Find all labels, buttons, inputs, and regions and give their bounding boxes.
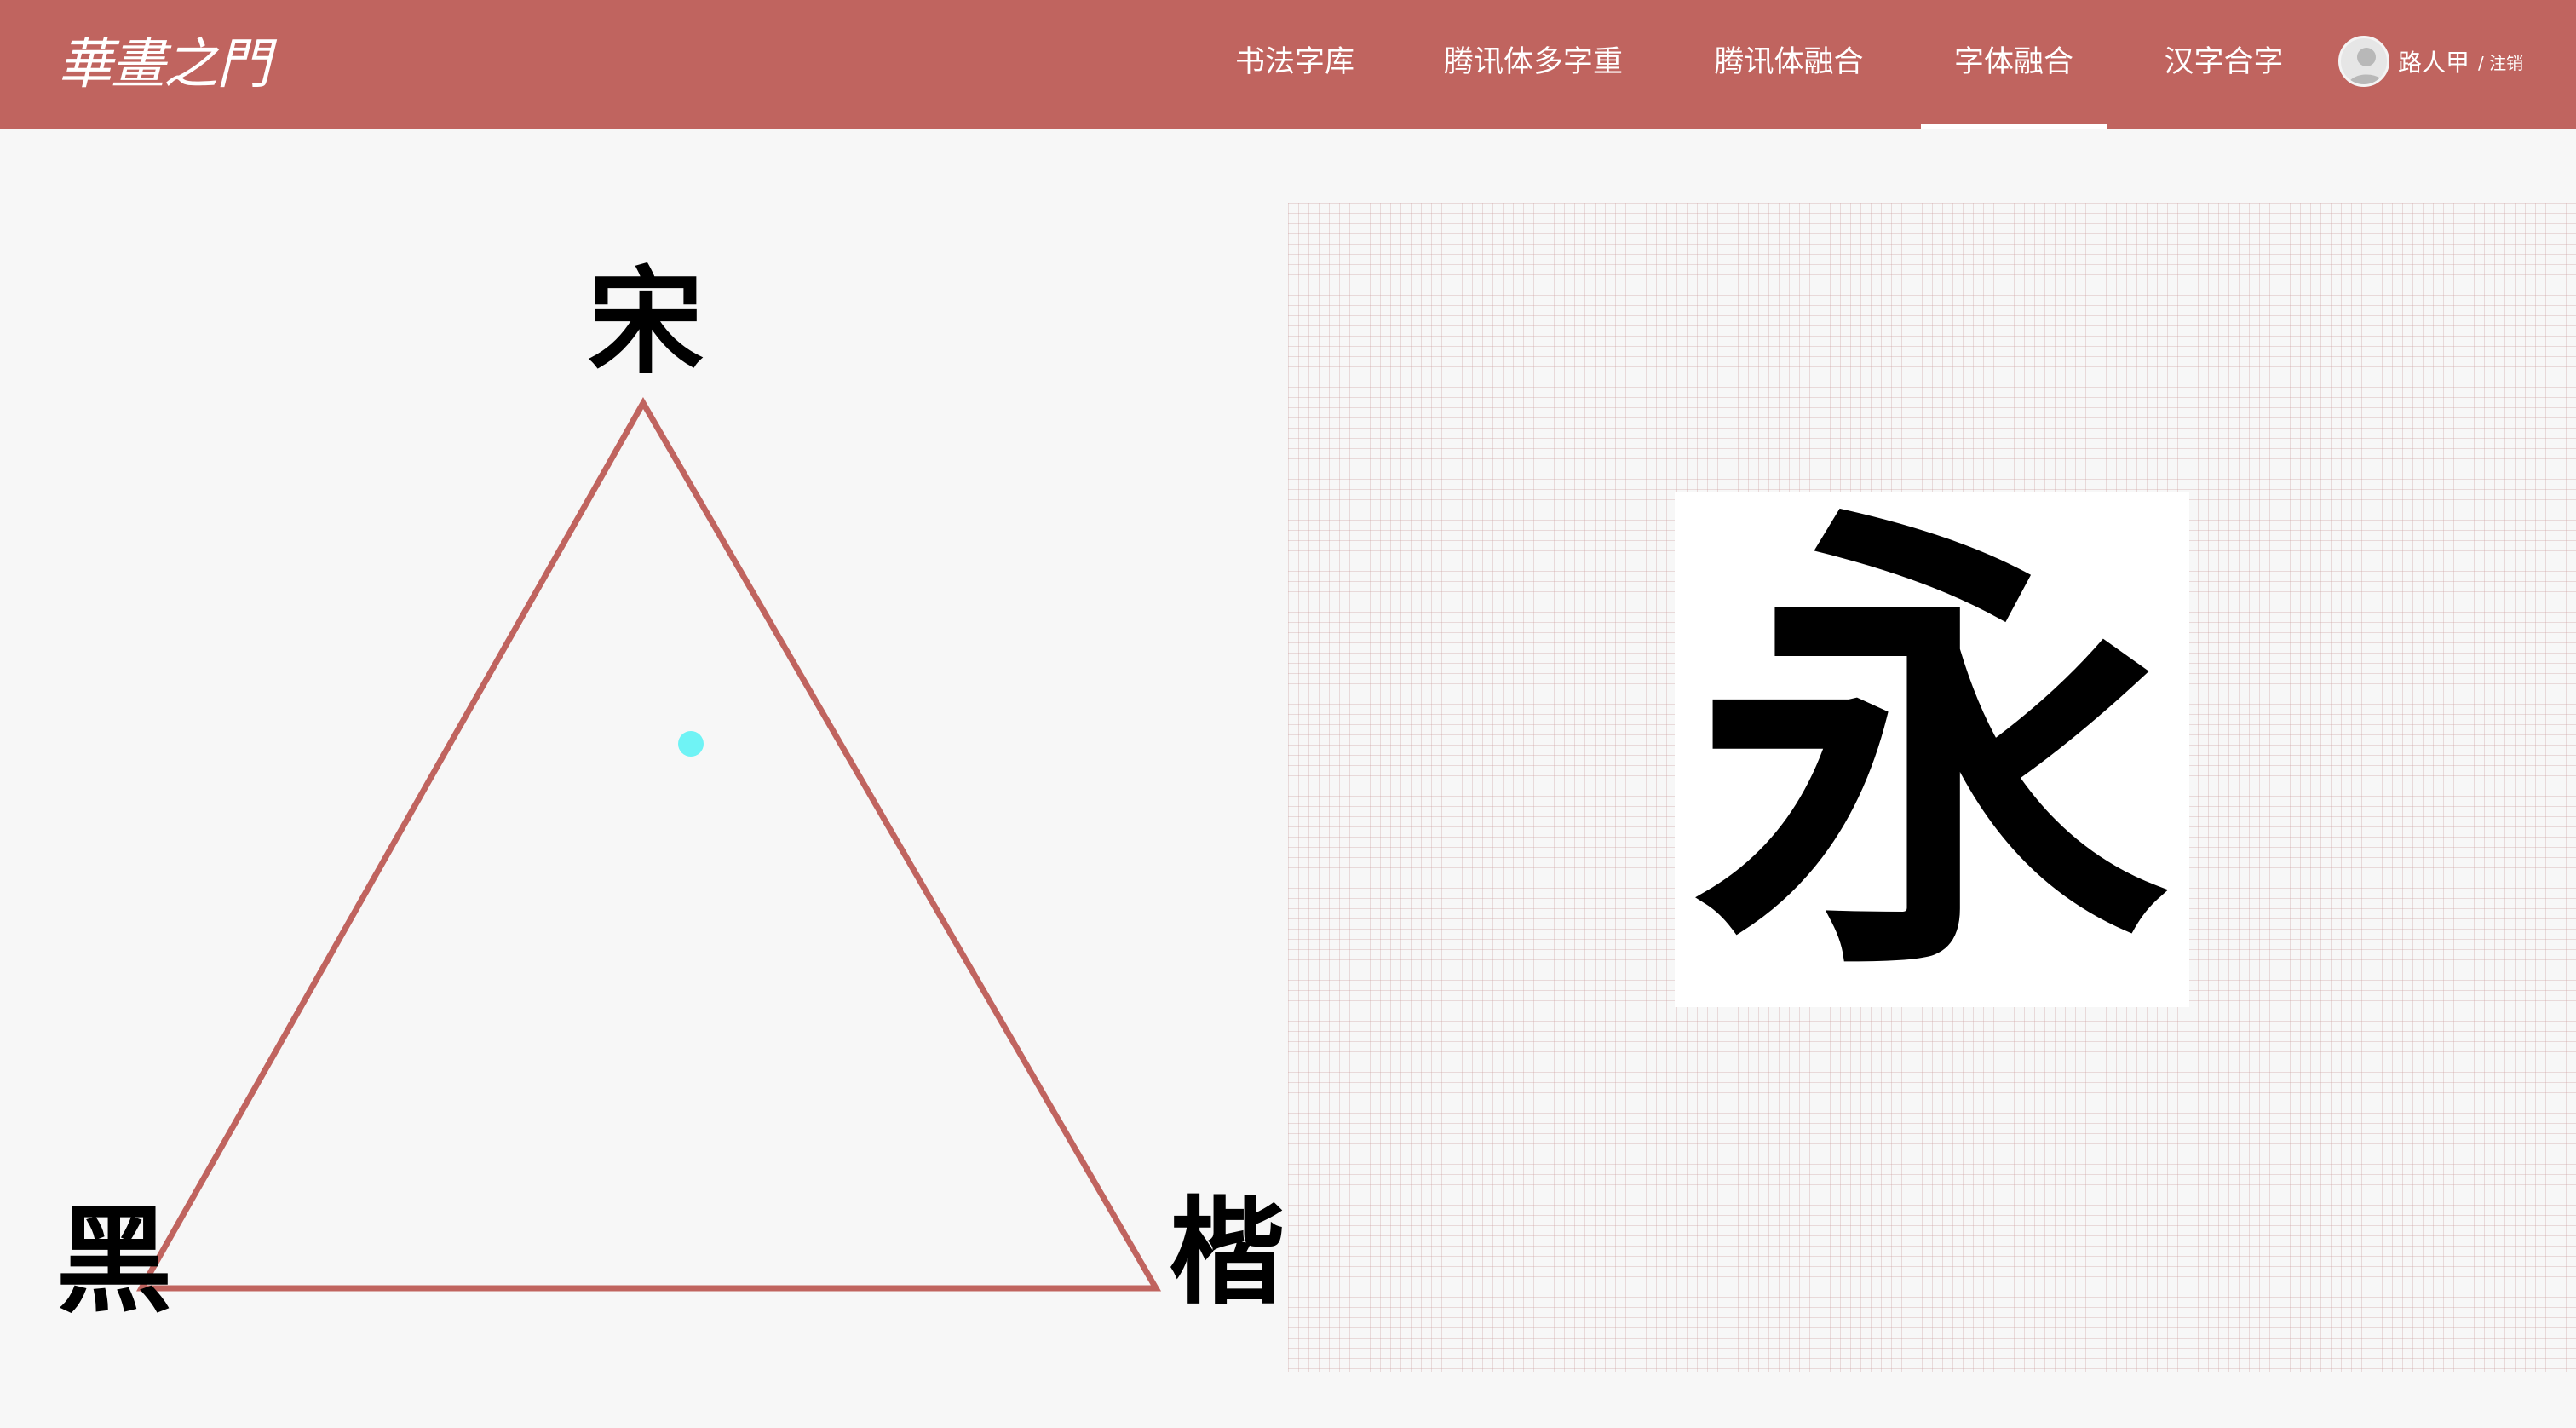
nav-tencent-fusion[interactable]: 腾讯体融合 [1712, 0, 1866, 129]
logout-link[interactable]: / 注销 [2478, 49, 2523, 74]
fusion-triangle-panel: 宋 黑 楷 [0, 129, 1286, 1428]
fusion-handle [678, 731, 704, 757]
fusion-triangle [135, 396, 1162, 1292]
nav-calligraphy-library[interactable]: 书法字库 [1235, 0, 1354, 129]
user-avatar-icon[interactable] [2338, 36, 2389, 87]
user-name: 路人甲 [2398, 49, 2470, 77]
vertex-label-song: 宋 [588, 256, 704, 390]
nav-tencent-multi-weight[interactable]: 腾讯体多字重 [1440, 0, 1627, 129]
vertex-label-kai: 楷 [1169, 1186, 1285, 1321]
preview-glyph: 永 [1693, 469, 2171, 1030]
vertex-label-hei: 黑 [56, 1195, 172, 1329]
top-navbar: 華畫之門 书法字库 腾讯体多字重 腾讯体融合 字体融合 汉字合字 路人甲 / 注… [0, 0, 2576, 129]
nav-font-fusion[interactable]: 字体融合 [1921, 0, 2107, 129]
site-logo[interactable]: 華畫之門 [58, 29, 271, 101]
user-menu[interactable]: 路人甲 / 注销 [2338, 34, 2523, 89]
nav-character-ligature[interactable]: 汉字合字 [2162, 0, 2286, 129]
glyph-preview: 永 [1675, 492, 2189, 1007]
